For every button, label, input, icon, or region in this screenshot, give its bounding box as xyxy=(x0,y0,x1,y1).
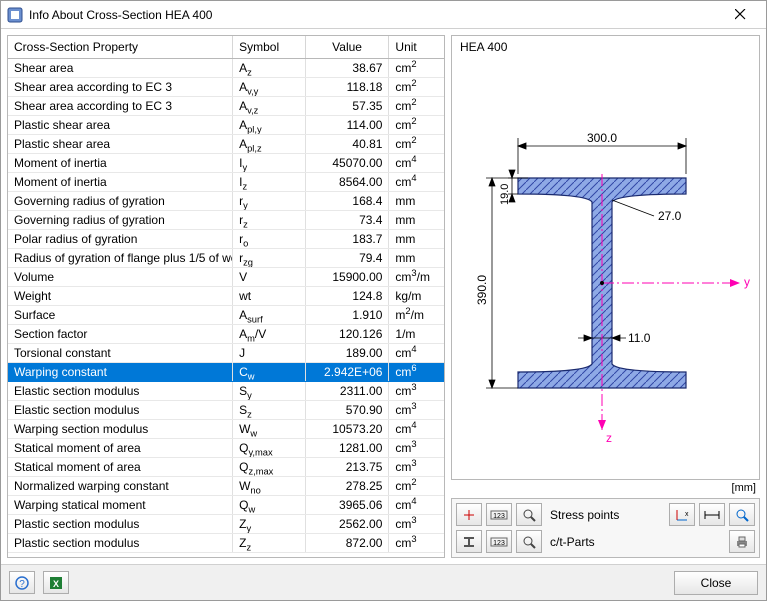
col-header-symbol[interactable]: Symbol xyxy=(233,36,306,58)
table-row[interactable]: Section factorAm/V120.1261/m xyxy=(8,324,444,343)
table-row[interactable]: Governing radius of gyrationry168.4mm xyxy=(8,191,444,210)
table-row[interactable]: Plastic section modulusZy2562.00cm3 xyxy=(8,514,444,533)
table-row[interactable]: Shear areaAz38.67cm2 xyxy=(8,58,444,77)
table-row[interactable]: Moment of inertiaIy45070.00cm4 xyxy=(8,153,444,172)
dim-height: 390.0 xyxy=(475,275,489,305)
tool-values-2[interactable]: 123 xyxy=(486,530,512,553)
export-excel-button[interactable]: X xyxy=(43,571,69,594)
table-row[interactable]: Shear area according to EC 3Av,y118.18cm… xyxy=(8,77,444,96)
table-row[interactable]: Elastic section modulusSz570.90cm3 xyxy=(8,400,444,419)
dim-web-t: 11.0 xyxy=(628,331,651,345)
tool-print[interactable] xyxy=(729,530,755,553)
titlebar: Info About Cross-Section HEA 400 xyxy=(1,1,766,29)
unit-legend: [mm] xyxy=(451,480,760,494)
tool-search[interactable] xyxy=(729,503,755,526)
tool-xy-axes[interactable]: x xyxy=(669,503,695,526)
table-row[interactable]: Plastic shear areaApl,z40.81cm2 xyxy=(8,134,444,153)
table-row[interactable]: Moment of inertiaIz8564.00cm4 xyxy=(8,172,444,191)
tool-zoom-stress[interactable] xyxy=(516,503,542,526)
dim-width: 300.0 xyxy=(586,131,616,145)
tool-zoom-ct[interactable] xyxy=(516,530,542,553)
svg-text:123: 123 xyxy=(493,513,505,520)
table-row[interactable]: Torsional constantJ189.00cm4 xyxy=(8,343,444,362)
footer: ? X Close xyxy=(1,564,766,600)
dim-fillet: 27.0 xyxy=(658,209,682,223)
tool-values[interactable]: 123 xyxy=(486,503,512,526)
table-row[interactable]: Shear area according to EC 3Av,z57.35cm2 xyxy=(8,96,444,115)
dim-flange-t: 19.0 xyxy=(499,184,511,205)
right-pane: HEA 400 xyxy=(451,35,760,558)
table-row[interactable]: Normalized warping constantWno278.25cm2 xyxy=(8,476,444,495)
tool-principal-axes[interactable] xyxy=(456,503,482,526)
table-row[interactable]: Warping constantCw2.942E+06cm6 xyxy=(8,362,444,381)
window-close-button[interactable] xyxy=(720,2,760,28)
table-header: Cross-Section Property Symbol Value Unit xyxy=(8,36,444,58)
window-title: Info About Cross-Section HEA 400 xyxy=(29,8,720,22)
ct-parts-label: c/t-Parts xyxy=(550,535,636,549)
property-table-wrap[interactable]: Cross-Section Property Symbol Value Unit… xyxy=(7,35,445,558)
table-row[interactable]: Plastic section modulusZz872.00cm3 xyxy=(8,533,444,552)
table-row[interactable]: Warping section modulusWw10573.20cm4 xyxy=(8,419,444,438)
y-axis-label: y xyxy=(744,275,750,289)
z-axis-label: z xyxy=(606,431,612,445)
content: Cross-Section Property Symbol Value Unit… xyxy=(1,29,766,564)
col-header-unit[interactable]: Unit xyxy=(389,36,444,58)
table-row[interactable]: VolumeV15900.00cm3/m xyxy=(8,267,444,286)
col-header-property[interactable]: Cross-Section Property xyxy=(8,36,233,58)
window: Info About Cross-Section HEA 400 Cross-S… xyxy=(0,0,767,601)
table-row[interactable]: Plastic shear areaApl,y114.00cm2 xyxy=(8,115,444,134)
table-row[interactable]: Weightwt124.8kg/m xyxy=(8,286,444,305)
diagram-toolbox: 123 Stress points x 123 c/t-Parts xyxy=(451,498,760,558)
table-row[interactable]: Statical moment of areaQz,max213.75cm3 xyxy=(8,457,444,476)
help-button[interactable]: ? xyxy=(9,571,35,594)
table-row[interactable]: Elastic section modulusSy2311.00cm3 xyxy=(8,381,444,400)
svg-text:X: X xyxy=(53,579,59,589)
svg-text:123: 123 xyxy=(493,540,505,547)
tool-ibeam[interactable] xyxy=(456,530,482,553)
table-row[interactable]: Statical moment of areaQy,max1281.00cm3 xyxy=(8,438,444,457)
table-row[interactable]: Warping statical momentQw3965.06cm4 xyxy=(8,495,444,514)
app-icon xyxy=(7,7,23,23)
diagram-box[interactable]: HEA 400 xyxy=(451,35,760,480)
cross-section-svg: 300.0 19.0 27. xyxy=(462,70,750,450)
svg-text:?: ? xyxy=(19,579,25,590)
table-row[interactable]: Radius of gyration of flange plus 1/5 of… xyxy=(8,248,444,267)
tool-dimensions[interactable] xyxy=(699,503,725,526)
col-header-value[interactable]: Value xyxy=(305,36,389,58)
table-row[interactable]: Polar radius of gyrationro183.7mm xyxy=(8,229,444,248)
left-pane: Cross-Section Property Symbol Value Unit… xyxy=(7,35,445,558)
table-row[interactable]: SurfaceAsurf1.910m2/m xyxy=(8,305,444,324)
table-row[interactable]: Governing radius of gyrationrz73.4mm xyxy=(8,210,444,229)
property-table: Cross-Section Property Symbol Value Unit… xyxy=(8,36,444,553)
svg-text:x: x xyxy=(685,511,689,518)
stress-points-label: Stress points xyxy=(550,508,665,522)
close-button[interactable]: Close xyxy=(674,571,758,595)
diagram-title: HEA 400 xyxy=(460,40,507,54)
